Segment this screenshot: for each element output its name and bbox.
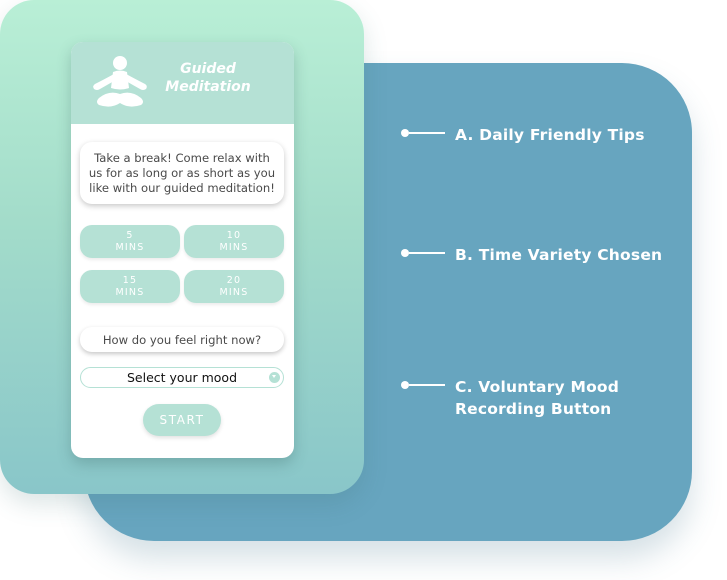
phone-backdrop-card: Guided Meditation Take a break! Come rel… (0, 0, 364, 494)
phone-screen: Guided Meditation Take a break! Come rel… (71, 42, 294, 458)
annotation-b: B. Time Variety Chosen (401, 244, 662, 266)
mood-select-dropdown[interactable]: Select your mood (80, 367, 284, 388)
time-option-unit: MINS (115, 241, 145, 253)
chevron-down-icon (269, 372, 280, 383)
daily-tip-card: Take a break! Come relax with us for as … (80, 142, 284, 204)
meditation-figure-icon (93, 56, 147, 107)
annotation-connector (409, 252, 445, 254)
annotation-dot (401, 381, 409, 389)
mood-question-label: How do you feel right now? (80, 327, 284, 352)
time-option-unit: MINS (115, 286, 145, 298)
annotation-dot (401, 129, 409, 137)
app-title: Guided Meditation (163, 60, 253, 96)
annotation-c: C. Voluntary Mood Recording Button (401, 376, 619, 418)
annotation-b-label: B. Time Variety Chosen (455, 246, 663, 264)
app-title-line2: Meditation (165, 79, 251, 95)
time-option-10-button[interactable]: 10 MINS (184, 225, 284, 258)
annotation-connector (409, 384, 445, 386)
start-button-label: START (159, 413, 205, 427)
time-option-value: 10 (226, 229, 242, 241)
mood-select-value: Select your mood (126, 370, 238, 385)
start-button[interactable]: START (143, 404, 221, 436)
annotation-dot (401, 249, 409, 257)
annotation-c-label: C. Voluntary Mood Recording Button (455, 378, 620, 418)
annotation-connector (409, 132, 445, 134)
time-option-15-button[interactable]: 15 MINS (80, 270, 180, 303)
time-option-unit: MINS (219, 241, 249, 253)
time-option-value: 20 (226, 274, 242, 286)
time-option-value: 5 (126, 229, 134, 241)
mood-question-text: How do you feel right now? (102, 332, 262, 347)
time-option-unit: MINS (219, 286, 249, 298)
time-option-value: 15 (122, 274, 138, 286)
app-title-line1: Guided (180, 61, 236, 77)
daily-tip-text: Take a break! Come relax with us for as … (88, 150, 276, 195)
annotation-a: A. Daily Friendly Tips (401, 124, 645, 146)
time-option-20-button[interactable]: 20 MINS (184, 270, 284, 303)
app-header: Guided Meditation (71, 42, 294, 124)
time-option-5-button[interactable]: 5 MINS (80, 225, 180, 258)
annotation-a-label: A. Daily Friendly Tips (455, 126, 645, 144)
